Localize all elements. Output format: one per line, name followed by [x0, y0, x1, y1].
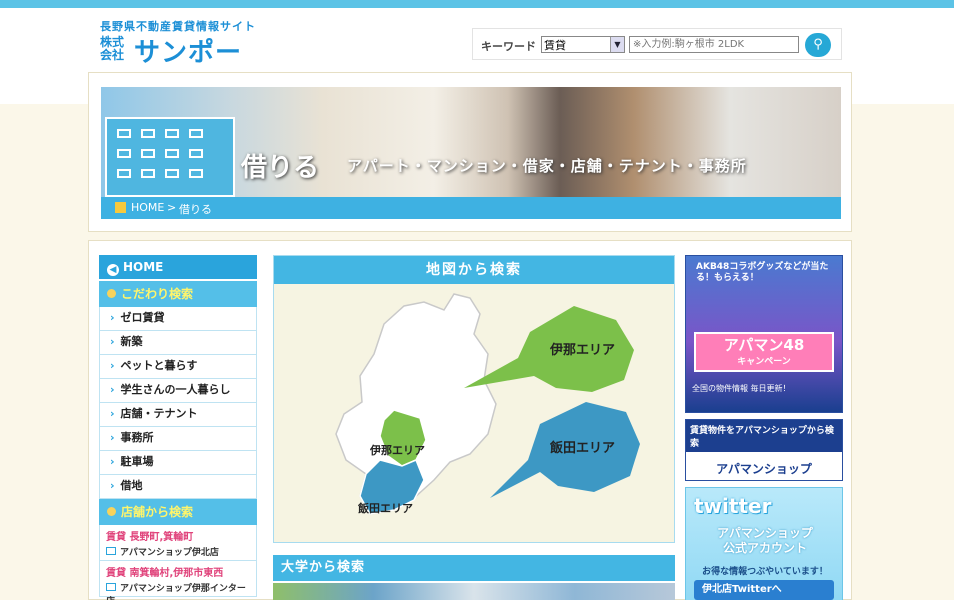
map-search-panel: 地図から検索 伊那エリア 飯田エリア 伊那エリア 飯田エリア	[273, 255, 675, 543]
search-type-value: 賃貸	[544, 39, 566, 52]
brand-logo[interactable]: サンポー	[134, 32, 242, 69]
shop-area: 賃貸 南箕輪村,伊那市東西	[106, 568, 224, 579]
search-button[interactable]: ⚲	[805, 33, 831, 57]
apamanshop-logo: アパマンショップ	[716, 462, 812, 476]
sidebar-item-label: 事務所	[120, 431, 154, 444]
hero-title: 借りる	[241, 153, 320, 183]
twitter-logo: twitter	[694, 494, 772, 518]
sidebar-item-parking[interactable]: › 駐車場	[99, 451, 257, 475]
sidebar-home-label: HOME	[123, 260, 164, 274]
dot-icon	[107, 289, 116, 298]
chevron-down-icon: ▼	[610, 37, 624, 52]
twitter-account-text: アパマンショップ 公式アカウント	[686, 526, 844, 556]
apa-banner-top: 賃貸物件をアパマンショップから検索	[686, 420, 842, 452]
hero-banner: 借りる アパート・マンション・借家・店舗・テナント・事務所	[101, 87, 841, 197]
dot-icon	[107, 507, 116, 516]
breadcrumb-home-link[interactable]: HOME	[131, 201, 164, 214]
chevron-right-icon: ›	[110, 311, 115, 324]
window-icon	[106, 547, 116, 555]
ina-bubble-label: 伊那エリア	[549, 342, 615, 358]
search-type-select[interactable]: 賃貸 ▼	[541, 36, 625, 53]
search-input[interactable]	[629, 36, 799, 53]
top-accent-bar	[0, 0, 954, 8]
shop-item-ihoku[interactable]: 賃貸 長野町,箕輪町 アパマンショップ伊北店	[99, 525, 257, 561]
main-content: ◀ HOME こだわり検索 › ゼロ賃貸 › 新築 › ペットと暮らす › 学生さんの一人…	[88, 240, 852, 600]
hero-subtitle: アパート・マンション・借家・店舗・テナント・事務所	[347, 157, 747, 175]
akb-banner-campaign: キャンペーン	[737, 357, 791, 367]
search-label: キーワード	[481, 40, 536, 53]
keyword-search: キーワード 賃貸 ▼ ⚲	[472, 28, 842, 60]
akb-banner-foot: 全国の物件情報 毎日更新！	[692, 384, 791, 393]
sidebar-item-store[interactable]: › 店舗・テナント	[99, 403, 257, 427]
chevron-right-icon: ›	[110, 479, 115, 492]
search-icon: ⚲	[813, 37, 823, 52]
tw-sub-line1: アパマンショップ	[717, 526, 813, 540]
sidebar-item-student[interactable]: › 学生さんの一人暮らし	[99, 379, 257, 403]
sidebar-item-label: ペットと暮らす	[120, 359, 198, 372]
shop-item-ina-ic[interactable]: 賃貸 南箕輪村,伊那市東西 アパマンショップ伊那インター店	[99, 561, 257, 600]
chevron-left-icon: ◀	[107, 264, 119, 276]
window-icon	[106, 583, 116, 591]
twitter-message: お得な情報つぶやいています！	[702, 567, 828, 577]
hero-frame: 借りる アパート・マンション・借家・店舗・テナント・事務所 HOME > 借りる	[88, 72, 852, 232]
breadcrumb-current: 借りる	[179, 203, 212, 216]
twitter-link-button[interactable]: 伊北店Twitterへ	[694, 580, 834, 600]
sidebar-item-zero[interactable]: › ゼロ賃貸	[99, 307, 257, 331]
iida-bubble-label: 飯田エリア	[549, 440, 615, 456]
akb-banner-top-text: AKB48コラボグッズなどが当たる！もらえる！	[696, 262, 829, 283]
chevron-right-icon: ›	[110, 383, 115, 396]
shop-area: 賃貸 長野町,箕輪町	[106, 532, 194, 543]
home-icon	[115, 202, 126, 213]
building-icon	[105, 117, 235, 197]
sidebar-item-label: 駐車場	[120, 455, 154, 468]
breadcrumb-separator: >	[167, 201, 177, 214]
sidebar-section-label: 店舗から検索	[121, 505, 194, 519]
akb-campaign-banner[interactable]: AKB48コラボグッズなどが当たる！もらえる！ アパマン48 キャンペーン 全国…	[685, 255, 843, 413]
shop-name: アパマンショップ伊北店	[120, 548, 219, 558]
region-map: 伊那エリア 飯田エリア 伊那エリア 飯田エリア	[335, 293, 640, 515]
chevron-right-icon: ›	[110, 359, 115, 372]
chevron-right-icon: ›	[110, 335, 115, 348]
chevron-right-icon: ›	[110, 455, 115, 468]
twitter-banner[interactable]: twitter アパマンショップ 公式アカウント お得な情報つぶやいています！ 伊…	[685, 487, 843, 600]
sidebar-item-label: ゼロ賃貸	[120, 311, 165, 324]
breadcrumb: HOME > 借りる	[101, 197, 841, 219]
ina-area-label: 伊那エリア	[369, 443, 425, 457]
sidebar-item-office[interactable]: › 事務所	[99, 427, 257, 451]
sidebar-item-label: 新築	[120, 335, 143, 348]
sidebar-section-label: こだわり検索	[121, 287, 194, 301]
sidebar-section-shops: 店舗から検索	[99, 499, 257, 525]
sidebar-item-label: 店舗・テナント	[120, 407, 198, 420]
sidebar-item-label: 学生さんの一人暮らし	[120, 383, 231, 396]
sidebar-item-pet[interactable]: › ペットと暮らす	[99, 355, 257, 379]
akb-banner-main: アパマン48	[723, 336, 805, 354]
brand-company-type: 株式会社	[100, 35, 125, 62]
sidebar-home[interactable]: ◀ HOME	[99, 255, 257, 279]
map-search-title: 地図から検索	[274, 256, 674, 284]
sidebar-item-land[interactable]: › 借地	[99, 475, 257, 499]
akb-banner-title: アパマン48 キャンペーン	[694, 332, 834, 372]
university-photo-strip[interactable]	[273, 583, 675, 600]
sidebar-item-label: 借地	[120, 479, 143, 492]
tw-sub-line2: 公式アカウント	[722, 541, 807, 555]
sidebar: ◀ HOME こだわり検索 › ゼロ賃貸 › 新築 › ペットと暮らす › 学生さんの一人…	[99, 255, 257, 600]
sidebar-section-kodawari: こだわり検索	[99, 281, 257, 307]
sidebar-item-new[interactable]: › 新築	[99, 331, 257, 355]
chevron-right-icon: ›	[110, 407, 115, 420]
shop-name: アパマンショップ伊那インター店	[106, 584, 246, 600]
iida-area-label: 飯田エリア	[357, 501, 413, 515]
apamanshop-search-banner[interactable]: 賃貸物件をアパマンショップから検索 アパマンショップ	[685, 419, 843, 481]
chevron-right-icon: ›	[110, 431, 115, 444]
right-banners: AKB48コラボグッズなどが当たる！もらえる！ アパマン48 キャンペーン 全国…	[685, 255, 843, 600]
university-search-title: 大学から検索	[273, 555, 675, 581]
